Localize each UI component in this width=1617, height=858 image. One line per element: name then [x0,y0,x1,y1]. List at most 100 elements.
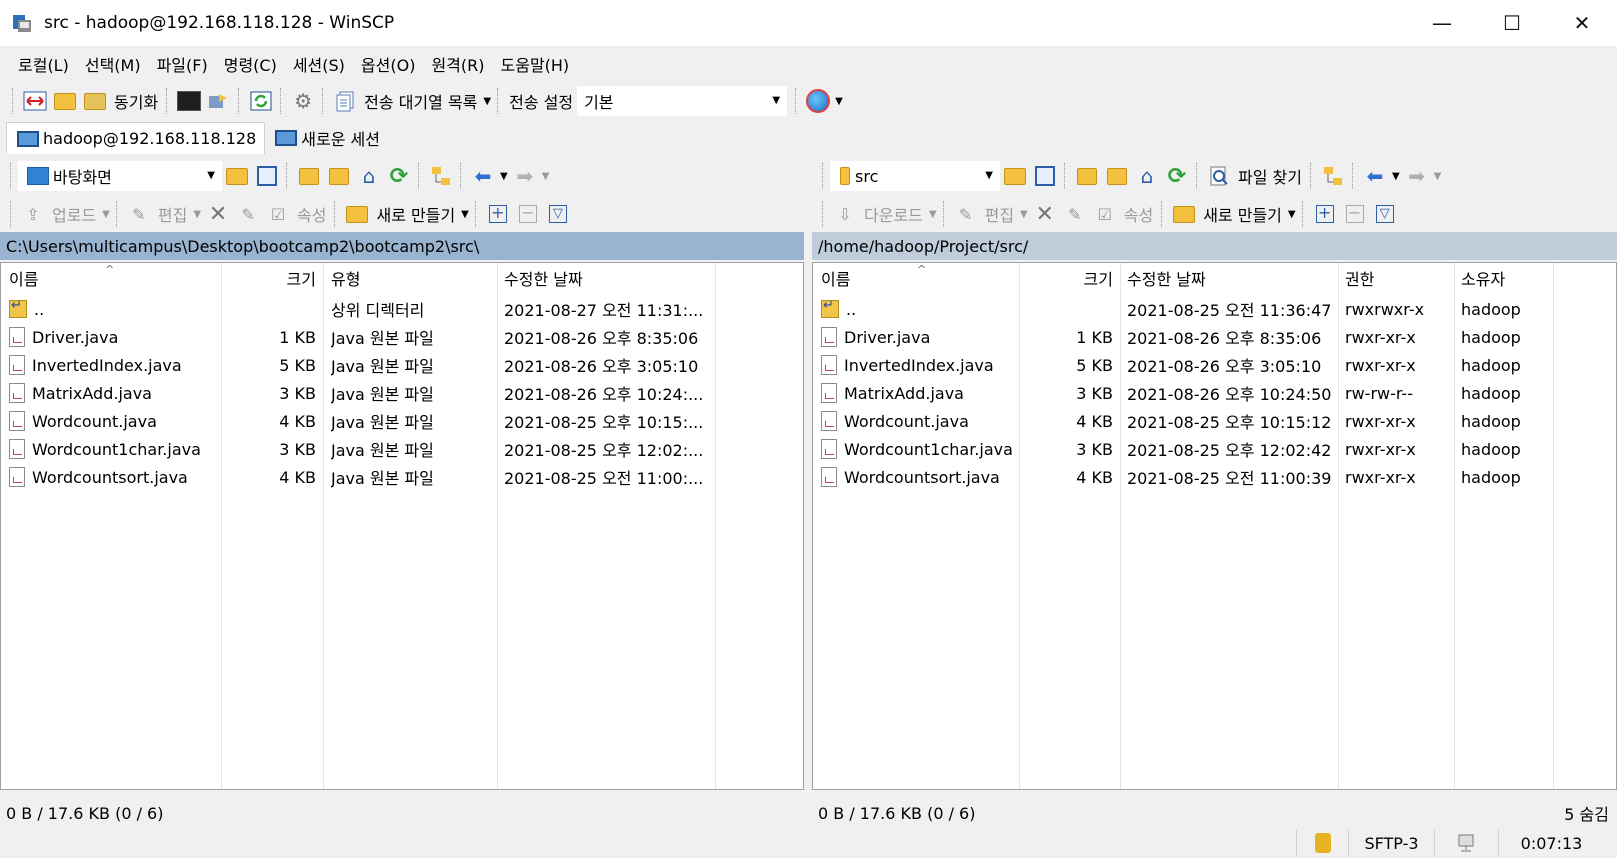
putty-icon[interactable] [206,88,232,114]
synchronize-browsing-icon[interactable] [52,88,78,114]
select-plus-icon[interactable]: + [485,201,511,227]
minimize-button[interactable]: — [1407,0,1477,46]
parent-directory-icon[interactable] [1074,163,1100,189]
edit-button-label[interactable]: 편집 [985,202,1014,226]
queue-list-label[interactable]: 전송 대기열 목록 [364,89,477,113]
lock-icon[interactable] [1296,830,1348,856]
remote-row-parent[interactable]: .. 2021-08-25 오전 11:36:47 rwxrwxr-x hado… [813,295,1616,323]
download-button-label[interactable]: 다운로드 [864,202,923,226]
back-dropdown-icon[interactable]: ▼ [500,171,508,182]
tree-view-icon[interactable] [428,163,454,189]
close-button[interactable]: ✕ [1547,0,1617,46]
unselect-minus-icon[interactable]: − [1342,201,1368,227]
toolbar-grip[interactable] [1196,163,1200,189]
local-file-list[interactable]: 이름 ^ 크기 유형 수정한 날짜 .. 상위 디렉터리 2021-08-27 … [0,262,804,790]
toolbar-grip[interactable] [12,88,16,114]
new-dropdown-icon[interactable]: ▼ [461,209,469,220]
local-row[interactable]: MatrixAdd.java 3 KB Java 원본 파일 2021-08-2… [1,379,803,407]
refresh-session-icon[interactable] [248,88,274,114]
menu-options[interactable]: 옵션(O) [353,52,424,76]
toolbar-grip[interactable] [474,201,479,227]
properties-icon[interactable]: ☑ [1092,201,1118,227]
protocol-indicator[interactable]: SFTP-3 [1348,830,1434,856]
remote-col-owner[interactable]: 소유자 [1461,263,1505,293]
sync-globe-icon[interactable] [805,88,831,114]
forward-dropdown-icon[interactable]: ▼ [1434,171,1442,182]
toolbar-grip[interactable] [238,88,242,114]
download-icon[interactable]: ⇩ [832,201,858,227]
compare-directories-icon[interactable] [22,88,48,114]
toolbar-grip[interactable] [1301,201,1306,227]
local-location-select[interactable]: 바탕화면 ▼ [18,161,222,191]
remote-row[interactable]: Wordcountsort.java 4 KB 2021-08-25 오전 11… [813,463,1616,491]
remote-col-rights[interactable]: 권한 [1345,263,1374,293]
menu-session[interactable]: 세션(S) [285,52,353,76]
filter-select-icon[interactable]: ▽ [1372,201,1398,227]
delete-x-icon[interactable]: ✕ [205,201,231,227]
tree-view-icon[interactable] [1320,163,1346,189]
refresh-icon[interactable]: ⟳ [386,163,412,189]
toolbar-grip[interactable] [497,88,501,114]
local-col-size[interactable]: 크기 [221,263,316,293]
edit-dropdown-icon[interactable]: ▼ [193,209,201,220]
remote-col-modified[interactable]: 수정한 날짜 [1127,263,1206,293]
local-col-name[interactable]: 이름 [9,263,38,293]
rename-icon[interactable]: ✎ [1062,201,1088,227]
panel-splitter[interactable] [804,154,812,798]
toolbar-grip[interactable] [10,201,14,227]
menu-file[interactable]: 파일(F) [149,52,216,76]
download-dropdown-icon[interactable]: ▼ [929,209,937,220]
edit-button-label[interactable]: 편집 [158,202,187,226]
rename-icon[interactable]: ✎ [235,201,261,227]
toolbar-grip[interactable] [1351,163,1356,189]
toolbar-grip[interactable] [942,201,947,227]
upload-icon[interactable]: ⇪ [20,201,46,227]
menu-local[interactable]: 로컬(L) [10,52,77,76]
find-files-label[interactable]: 파일 찾기 [1238,164,1302,188]
toolbar-grip[interactable] [1161,201,1165,227]
queue-list-icon[interactable] [332,88,358,114]
remote-col-size[interactable]: 크기 [1019,263,1113,293]
root-directory-icon[interactable] [1104,163,1130,189]
upload-button-label[interactable]: 업로드 [52,202,96,226]
toolbar-grip[interactable] [334,201,338,227]
new-folder-star-icon[interactable] [1171,201,1197,227]
edit-pencil-icon[interactable]: ✎ [953,201,979,227]
globe-dropdown-icon[interactable]: ▼ [835,96,843,107]
hidden-files-count[interactable]: 5 숨김 [1564,801,1609,825]
find-files-icon[interactable] [1206,163,1232,189]
toolbar-grip[interactable] [822,163,826,189]
toolbar-grip[interactable] [115,201,120,227]
tab-new-session[interactable]: 새로운 세션 [265,122,388,154]
remote-row[interactable]: InvertedIndex.java 5 KB 2021-08-26 오후 3:… [813,351,1616,379]
queue-dropdown-icon[interactable]: ▼ [483,96,491,107]
synchronize-icon[interactable] [82,88,108,114]
synchronize-button-label[interactable]: 동기화 [114,89,158,113]
local-col-modified[interactable]: 수정한 날짜 [504,263,583,293]
properties-button-label[interactable]: 속성 [1124,202,1153,226]
local-path-bar[interactable]: C:\Users\multicampus\Desktop\bootcamp2\b… [0,232,804,260]
remote-row[interactable]: Driver.java 1 KB 2021-08-26 오후 8:35:06 r… [813,323,1616,351]
filter-icon[interactable] [1032,163,1058,189]
home-icon[interactable]: ⌂ [1134,163,1160,189]
tab-session[interactable]: hadoop@192.168.118.128 [6,122,266,154]
properties-button-label[interactable]: 속성 [297,202,326,226]
filter-select-icon[interactable]: ▽ [545,201,571,227]
terminal-icon[interactable] [176,88,202,114]
toolbar-grip[interactable] [1309,163,1314,189]
remote-file-list[interactable]: 이름 ^ 크기 수정한 날짜 권한 소유자 .. 2021-08-25 오전 1… [812,262,1617,790]
toolbar-grip[interactable] [166,88,170,114]
open-folder-icon[interactable] [1002,163,1028,189]
properties-icon[interactable]: ☑ [265,201,291,227]
upload-dropdown-icon[interactable]: ▼ [102,209,110,220]
local-row[interactable]: InvertedIndex.java 5 KB Java 원본 파일 2021-… [1,351,803,379]
remote-path-bar[interactable]: /home/hadoop/Project/src/ [812,232,1617,260]
transfer-settings-select[interactable]: 기본 ▼ [577,86,788,116]
select-plus-icon[interactable]: + [1312,201,1338,227]
root-directory-icon[interactable] [326,163,352,189]
forward-arrow-icon[interactable]: ➡ [1404,163,1430,189]
toolbar-grip[interactable] [280,88,284,114]
menu-select[interactable]: 선택(M) [77,52,149,76]
back-dropdown-icon[interactable]: ▼ [1392,171,1400,182]
delete-x-icon[interactable]: ✕ [1032,201,1058,227]
